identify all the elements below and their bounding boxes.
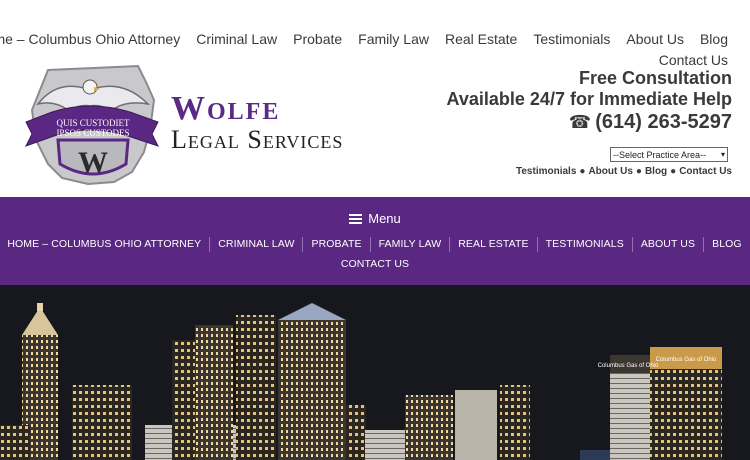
top-nav-criminal-law[interactable]: Criminal Law xyxy=(196,31,277,47)
top-nav-real-estate[interactable]: Real Estate xyxy=(445,31,517,47)
chevron-down-icon: ▾ xyxy=(720,150,725,159)
consultation-block: Free Consultation Available 24/7 for Imm… xyxy=(447,68,732,134)
main-nav-row: CONTACT US xyxy=(0,257,750,272)
main-nav-row: HOME – COLUMBUS OHIO ATTORNEY CRIMINAL L… xyxy=(0,237,750,252)
hero-skyline-image: Columbus Gas of Ohio Columbus Gas of Ohi… xyxy=(0,285,750,460)
top-nav-about-us[interactable]: About Us xyxy=(626,31,684,47)
top-nav-blog[interactable]: Blog xyxy=(700,31,728,47)
top-nav-contact-us[interactable]: Contact Us xyxy=(659,52,728,68)
practice-area-select[interactable]: --Select Practice Area-- ▾ xyxy=(610,147,728,162)
main-nav-testimonials[interactable]: TESTIMONIALS xyxy=(538,237,633,252)
main-nav: HOME – COLUMBUS OHIO ATTORNEY CRIMINAL L… xyxy=(0,237,750,272)
main-nav-blog[interactable]: BLOG xyxy=(704,237,750,252)
top-nav-probate[interactable]: Probate xyxy=(293,31,342,47)
secondary-links: Testimonials ● About Us ● Blog ● Contact Us xyxy=(516,166,732,177)
building-sign-left: Columbus Gas of Ohio xyxy=(598,363,659,369)
logo-name-line2: Legal Services xyxy=(171,125,344,154)
secondary-link-blog[interactable]: Blog xyxy=(645,166,667,177)
practice-area-selected: --Select Practice Area-- xyxy=(613,149,707,160)
logo-monogram: W xyxy=(78,146,108,179)
hamburger-icon xyxy=(349,213,363,224)
bullet-separator: ● xyxy=(670,166,677,177)
main-nav-probate[interactable]: PROBATE xyxy=(303,237,371,252)
phone-number-link[interactable]: ☎ (614) 263-5297 xyxy=(447,110,732,134)
free-consultation-text: Free Consultation xyxy=(578,68,732,88)
bullet-separator: ● xyxy=(579,166,586,177)
logo-motto-line1: QUIS CUSTODIET xyxy=(56,118,130,128)
secondary-link-contact-us[interactable]: Contact Us xyxy=(679,166,732,177)
secondary-link-testimonials[interactable]: Testimonials xyxy=(516,166,576,177)
bullet-separator: ● xyxy=(635,166,642,177)
main-nav-home[interactable]: HOME – COLUMBUS OHIO ATTORNEY xyxy=(0,237,211,252)
main-nav-real-estate[interactable]: REAL ESTATE xyxy=(450,237,538,252)
city-skyline-graphic: Columbus Gas of Ohio Columbus Gas of Ohi… xyxy=(0,285,750,460)
menu-toggle-button[interactable]: Menu xyxy=(0,211,750,226)
top-nav-testimonials[interactable]: Testimonials xyxy=(533,31,610,47)
main-nav-criminal-law[interactable]: CRIMINAL LAW xyxy=(210,237,304,252)
eagle-shield-ohio-emblem-icon: QUIS CUSTODIET IPSOS CUSTODES W xyxy=(24,64,159,186)
logo-wordmark: Wolfe Legal Services xyxy=(171,92,343,154)
telephone-icon: ☎ xyxy=(568,112,592,132)
main-menu-bar: Menu HOME – COLUMBUS OHIO ATTORNEY CRIMI… xyxy=(0,197,750,285)
secondary-link-about-us[interactable]: About Us xyxy=(588,166,632,177)
top-nav-home[interactable]: Home – Columbus Ohio Attorney xyxy=(0,31,180,47)
main-nav-family-law[interactable]: FAMILY LAW xyxy=(371,237,451,252)
building-sign-right: Columbus Gas of Ohio xyxy=(656,357,717,363)
logo-motto-line2: IPSOS CUSTODES xyxy=(56,128,129,138)
top-nav-row: Home – Columbus Ohio Attorney Criminal L… xyxy=(0,31,728,47)
phone-number: (614) 263-5297 xyxy=(595,111,732,133)
main-nav-contact-us[interactable]: CONTACT US xyxy=(333,257,417,272)
top-nav-family-law[interactable]: Family Law xyxy=(358,31,429,47)
logo-name-line1: Wolfe xyxy=(171,90,281,127)
menu-toggle-label: Menu xyxy=(368,211,401,226)
site-logo[interactable]: QUIS CUSTODIET IPSOS CUSTODES W Wolfe Le… xyxy=(18,60,363,188)
availability-text: Available 24/7 for Immediate Help xyxy=(446,89,732,109)
main-nav-about-us[interactable]: ABOUT US xyxy=(633,237,705,252)
